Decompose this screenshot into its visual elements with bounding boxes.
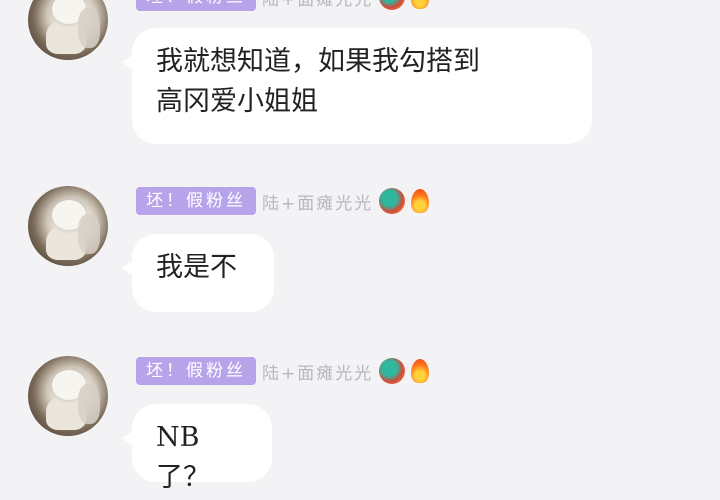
avatar[interactable] — [28, 0, 108, 60]
fire-icon — [411, 359, 430, 383]
title-badge[interactable]: 坯！假粉丝 — [136, 187, 256, 215]
message-bubble[interactable]: NB了？ — [122, 404, 272, 493]
sender-meta: 坯！假粉丝 陆+面瘫光光 — [136, 0, 430, 12]
avatar[interactable] — [28, 186, 108, 266]
sender-nickname[interactable]: 陆+面瘫光光 — [262, 0, 373, 10]
message-bubble[interactable]: 我是不 — [122, 234, 274, 312]
message-text-line: 高冈爱小姐姐 — [156, 86, 318, 117]
fire-icon — [411, 189, 430, 213]
message-text-line: 我就想知道，如果我勾搭到 — [156, 46, 480, 77]
sender-nickname[interactable]: 陆+面瘫光光 — [262, 359, 373, 384]
sender-meta: 坯！假粉丝 陆+面瘫光光 — [136, 356, 430, 386]
title-badge[interactable]: 坯！假粉丝 — [136, 357, 256, 385]
message-text-line: NB了？ — [156, 422, 210, 493]
message-bubble[interactable]: 我就想知道，如果我勾搭到 高冈爱小姐姐 — [122, 28, 592, 144]
dragon-icon — [379, 188, 406, 214]
dragon-icon — [379, 358, 406, 384]
sender-nickname[interactable]: 陆+面瘫光光 — [262, 189, 373, 214]
dragon-icon — [379, 0, 406, 10]
message-text-line: 我是不 — [156, 252, 237, 283]
title-badge[interactable]: 坯！假粉丝 — [136, 0, 256, 11]
sender-meta: 坯！假粉丝 陆+面瘫光光 — [136, 186, 430, 216]
avatar[interactable] — [28, 356, 108, 436]
fire-icon — [411, 0, 430, 9]
